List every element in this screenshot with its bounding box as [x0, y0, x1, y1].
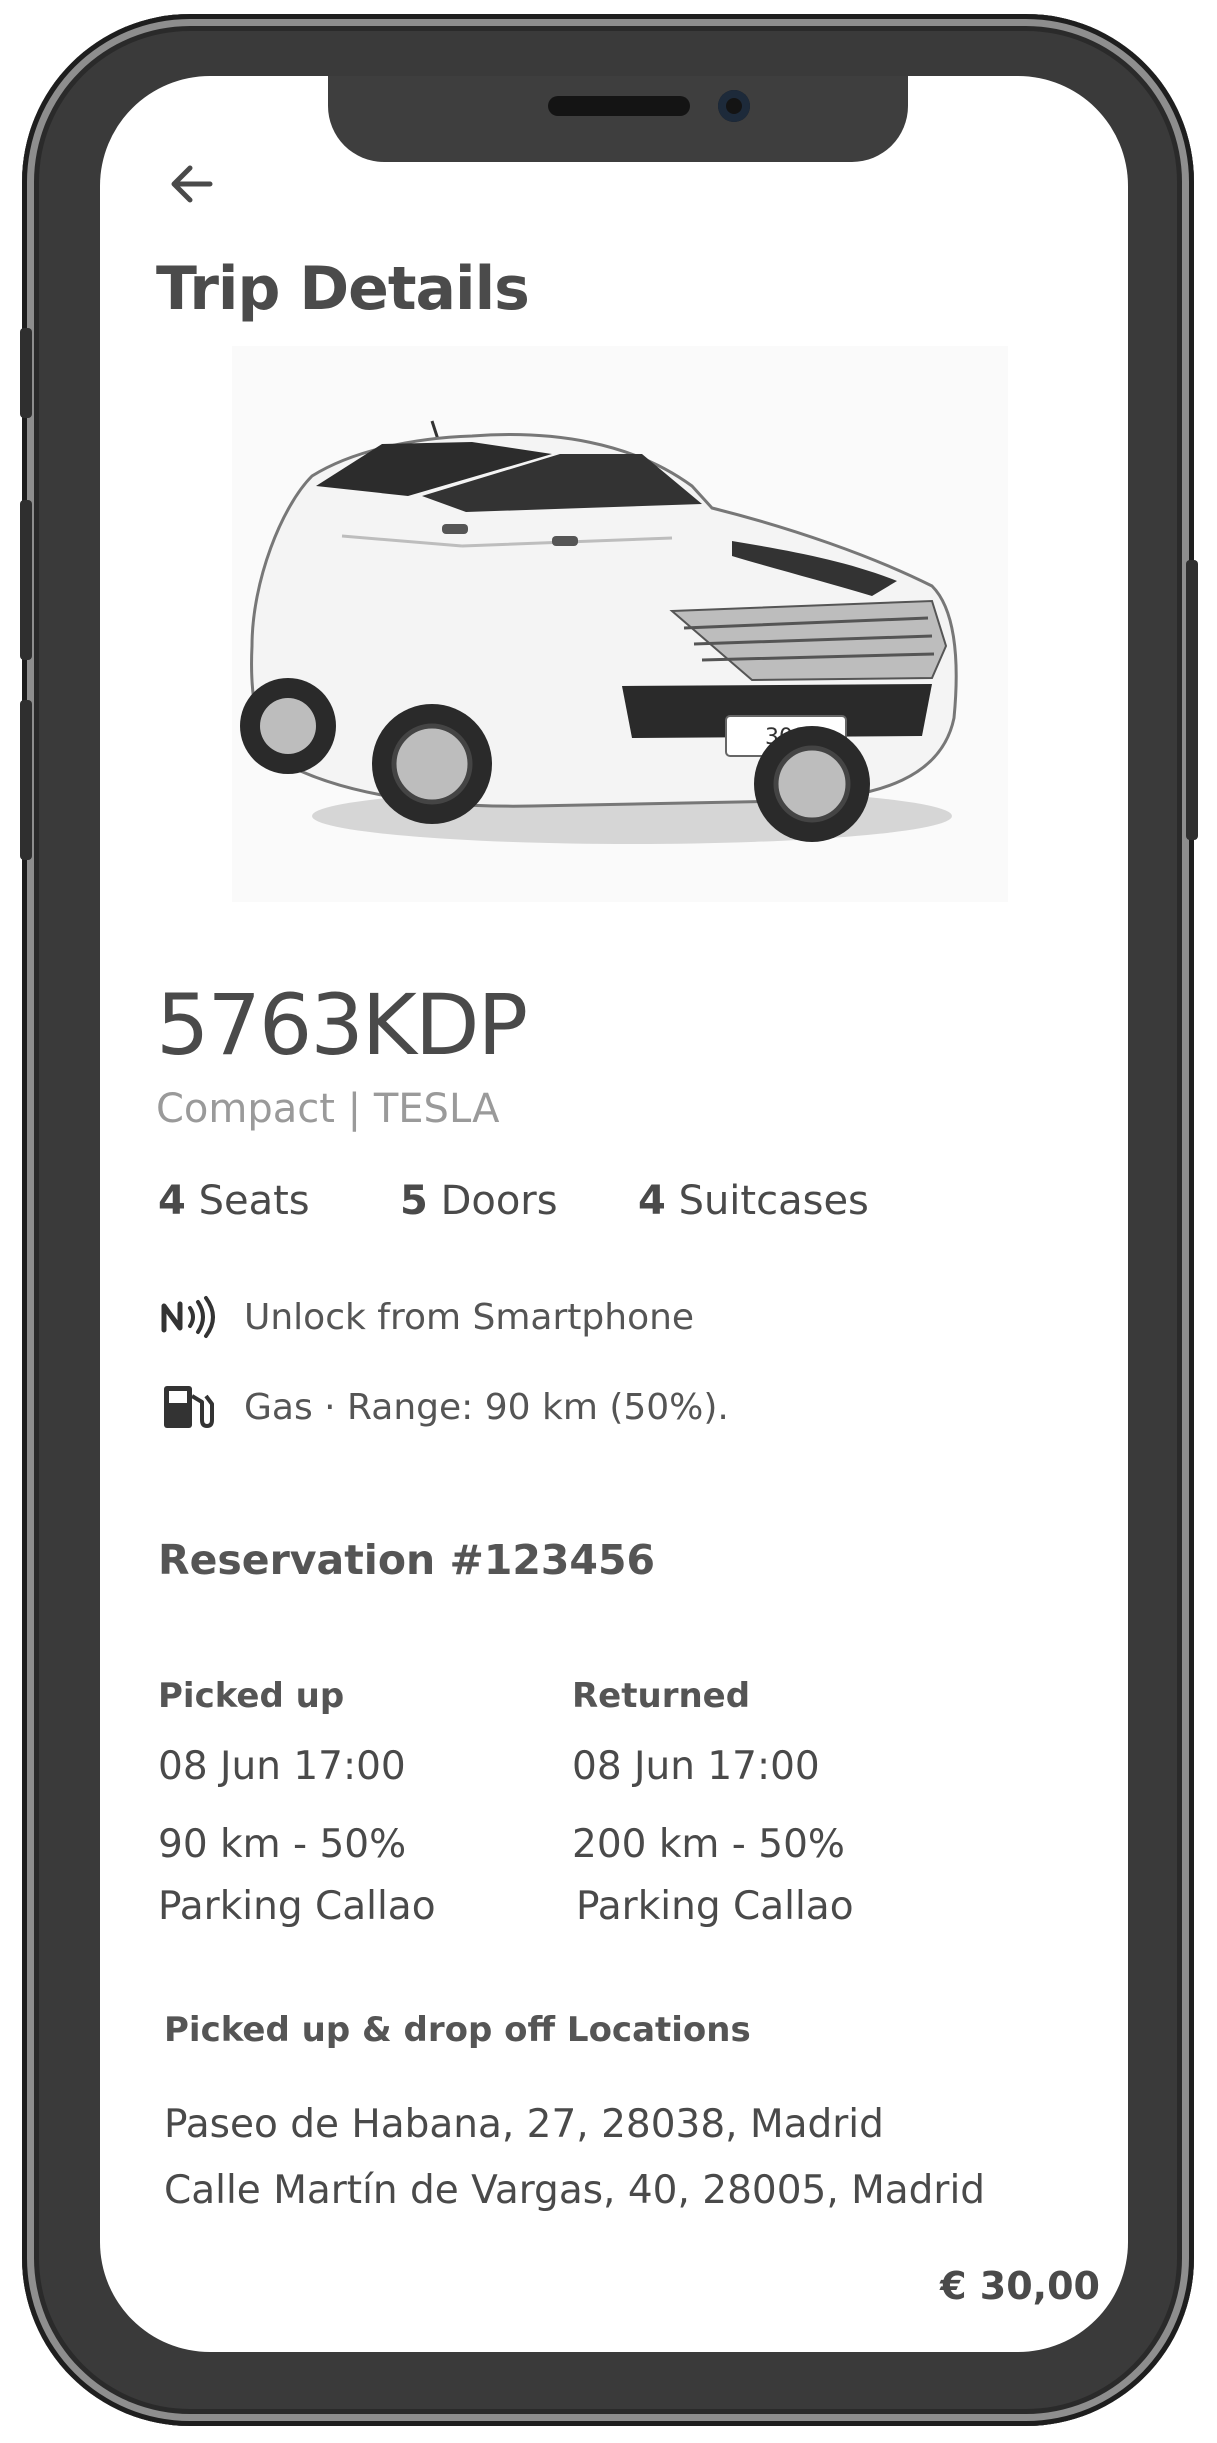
doors-count: 5 [400, 1178, 428, 1224]
returned-heading: Returned [572, 1676, 751, 1716]
fuel-pump-icon [164, 1386, 214, 1428]
back-arrow-icon[interactable] [164, 156, 220, 212]
returned-datetime: 08 Jun 17:00 [572, 1744, 820, 1789]
seats-spec: 4 Seats [158, 1178, 310, 1224]
trip-price: € 30,00 [940, 2264, 1100, 2308]
feature-unlock: Unlock from Smartphone [158, 1292, 694, 1342]
seats-count: 4 [158, 1178, 186, 1224]
notch [328, 76, 908, 162]
front-camera [718, 90, 750, 122]
car-category-brand: Compact | TESLA [156, 1086, 500, 1132]
reservation-number: Reservation #123456 [158, 1536, 656, 1584]
phone-side-button [20, 328, 32, 418]
speaker-grille [548, 96, 690, 116]
phone-screen: Trip Details 308 5763KDP Compact | TESL [100, 76, 1128, 2352]
car-plate: 5763KDP [156, 976, 528, 1074]
pickup-address: Paseo de Habana, 27, 28038, Madrid [164, 2102, 884, 2147]
phone-volume-down-button [20, 700, 32, 860]
doors-spec: 5 Doors [400, 1178, 558, 1224]
seats-label: Seats [198, 1178, 310, 1224]
nfc-icon [161, 1296, 215, 1338]
picked-up-location: Parking Callao [158, 1884, 436, 1929]
picked-up-heading: Picked up [158, 1676, 345, 1716]
phone-volume-up-button [20, 500, 32, 660]
feature-fuel-text: Gas · Range: 90 km (50%). [244, 1386, 729, 1428]
returned-location: Parking Callao [576, 1884, 854, 1929]
car-image: 308 [232, 346, 1008, 902]
feature-unlock-text: Unlock from Smartphone [244, 1296, 695, 1338]
feature-fuel: Gas · Range: 90 km (50%). [158, 1382, 729, 1432]
locations-heading: Picked up & drop off Locations [164, 2010, 751, 2050]
phone-power-button [1186, 560, 1198, 840]
suitcases-spec: 4 Suitcases [638, 1178, 869, 1224]
page-title: Trip Details [156, 254, 530, 324]
picked-up-odometer: 90 km - 50% [158, 1822, 407, 1867]
dropoff-address: Calle Martín de Vargas, 40, 28005, Madri… [164, 2168, 986, 2213]
returned-odometer: 200 km - 50% [572, 1822, 845, 1867]
doors-label: Doors [440, 1178, 558, 1224]
suitcases-label: Suitcases [678, 1178, 869, 1224]
picked-up-datetime: 08 Jun 17:00 [158, 1744, 406, 1789]
suitcases-count: 4 [638, 1178, 666, 1224]
